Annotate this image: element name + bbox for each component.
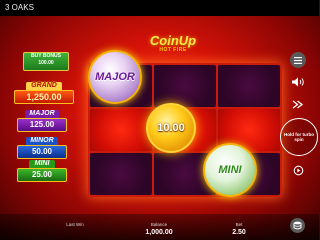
spin-button[interactable]: Hold for turbo spin: [280, 118, 318, 156]
major-coin-symbol: MAJOR: [88, 50, 142, 104]
mini-jackpot-label: MINI: [29, 160, 55, 168]
grand-jackpot-value: 1,250.00: [14, 90, 74, 104]
mini-coin-symbol: MINI: [203, 143, 257, 197]
grand-jackpot: GRAND 1,250.00: [14, 82, 74, 104]
major-jackpot: MAJOR 125.00: [17, 110, 67, 132]
autoplay-button[interactable]: [290, 162, 306, 178]
fast-forward-icon: [292, 99, 304, 109]
balance-value: 1,000.00: [145, 229, 173, 236]
buy-bonus-price: 100.00: [38, 60, 54, 66]
minor-jackpot-label: MINOR: [26, 137, 58, 145]
reel-cell: [90, 153, 152, 195]
last-win-label: Last Win: [66, 222, 84, 227]
mini-coin-label: MINI: [218, 164, 242, 176]
value-coin-symbol: 10.00: [146, 103, 196, 153]
minor-jackpot-value: 50.00: [17, 145, 67, 159]
menu-button[interactable]: [290, 52, 306, 68]
balance-display: Balance 1,000.00: [137, 222, 181, 237]
top-bar: 3 OAKS: [0, 0, 319, 16]
minor-jackpot: MINOR 50.00: [17, 137, 67, 159]
spin-hint-text: Hold for turbo spin: [284, 132, 314, 142]
last-win-display: Last Win: [60, 222, 90, 228]
sound-button[interactable]: [290, 74, 306, 90]
major-coin-label: MAJOR: [95, 71, 135, 83]
game-logo: CoinUp HOT FIRE: [143, 34, 203, 53]
bet-value: 2.50: [232, 229, 246, 236]
mini-jackpot: MINI 25.00: [17, 160, 67, 182]
bet-display[interactable]: Bet 2.50: [226, 222, 252, 237]
speaker-icon: [291, 77, 304, 87]
reel-cell: [218, 65, 280, 107]
value-coin-label: 10.00: [157, 122, 185, 134]
buy-bonus-button[interactable]: BUY BONUS 100.00: [23, 52, 69, 71]
coin-stack-icon: [293, 221, 302, 230]
major-jackpot-label: MAJOR: [25, 110, 59, 118]
major-jackpot-value: 125.00: [17, 118, 67, 132]
provider-title: 3 OAKS: [5, 3, 34, 12]
buy-bonus-label: BUY BONUS: [31, 53, 61, 59]
turbo-button[interactable]: [290, 96, 306, 112]
grand-jackpot-label: GRAND: [26, 82, 62, 90]
hamburger-icon: [294, 56, 302, 64]
autoplay-icon: [293, 165, 303, 175]
reel-cell: [90, 109, 152, 151]
logo-main-text: CoinUp: [149, 33, 197, 48]
mini-jackpot-value: 25.00: [17, 168, 67, 182]
bet-settings-button[interactable]: [290, 218, 305, 233]
reel-cell: [154, 65, 216, 107]
